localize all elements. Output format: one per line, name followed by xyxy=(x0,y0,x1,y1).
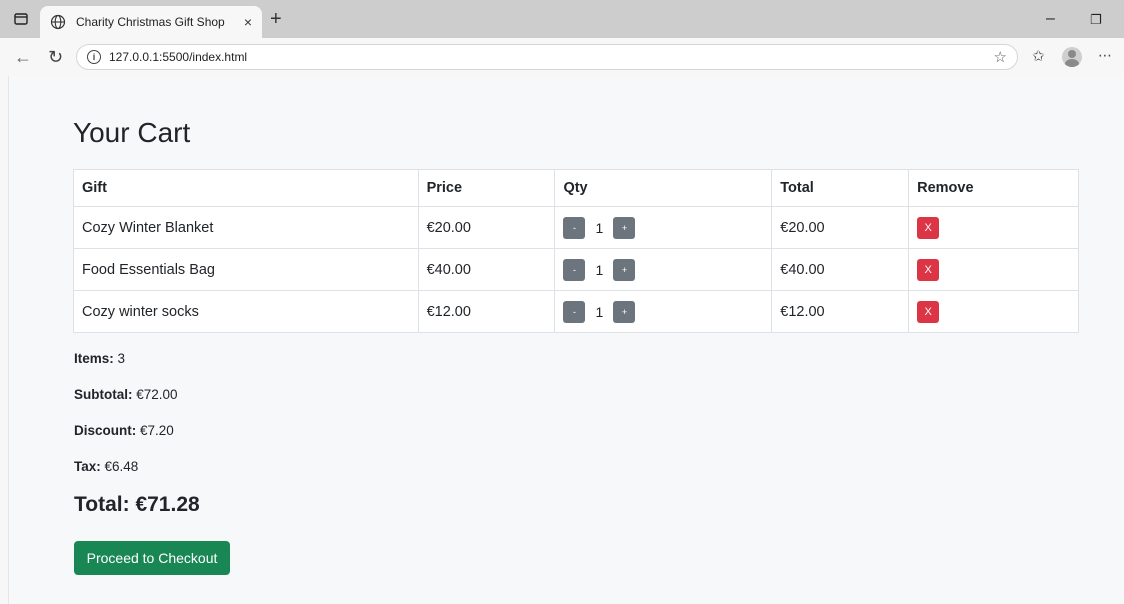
gift-name: Cozy Winter Blanket xyxy=(73,206,419,249)
tab-strip: Charity Christmas Gift Shop × + – ❐ xyxy=(0,0,1124,38)
browser-tab[interactable]: Charity Christmas Gift Shop × xyxy=(40,6,262,38)
subtotal-value: €72.00 xyxy=(136,387,178,402)
items-count: Items: 3 xyxy=(74,351,125,366)
qty-value: 1 xyxy=(595,261,604,278)
discount: Discount: €7.20 xyxy=(74,423,174,438)
increase-qty-button[interactable]: + xyxy=(613,216,636,239)
discount-value: €7.20 xyxy=(140,423,174,438)
gift-name: Food Essentials Bag xyxy=(73,248,419,291)
new-tab-button[interactable]: + xyxy=(270,8,282,31)
url-text[interactable]: 127.0.0.1:5500/index.html xyxy=(109,50,994,64)
remove-button[interactable]: X xyxy=(917,216,940,239)
tab-title: Charity Christmas Gift Shop xyxy=(76,15,225,29)
qty-value: 1 xyxy=(595,219,604,236)
gift-name: Cozy winter socks xyxy=(73,290,419,333)
decrease-qty-button[interactable]: - xyxy=(563,216,586,239)
restore-button[interactable]: ❐ xyxy=(1090,12,1102,28)
gift-price: €12.00 xyxy=(417,290,556,333)
table-row: Cozy winter socks €12.00 - 1 + €12.00 X xyxy=(73,290,1079,333)
line-total: €12.00 xyxy=(771,290,910,333)
sidebar-toggle-icon[interactable] xyxy=(12,10,30,28)
tax-value: €6.48 xyxy=(104,459,139,474)
increase-qty-button[interactable]: + xyxy=(613,258,636,281)
browser-toolbar: ← ↻ i 127.0.0.1:5500/index.html ☆ ✩ ⋯ xyxy=(0,38,1124,76)
more-icon[interactable]: ⋯ xyxy=(1098,47,1112,64)
refresh-icon[interactable]: ↻ xyxy=(48,47,63,68)
grand-total: Total: €71.28 xyxy=(74,493,200,517)
header-gift: Gift xyxy=(73,169,419,207)
decrease-qty-button[interactable]: - xyxy=(563,258,586,281)
favorites-icon[interactable]: ✩ xyxy=(1032,47,1045,65)
increase-qty-button[interactable]: + xyxy=(613,300,636,323)
address-bar[interactable]: i 127.0.0.1:5500/index.html ☆ xyxy=(76,44,1018,70)
header-qty: Qty xyxy=(554,169,773,207)
tax: Tax: €6.48 xyxy=(74,459,138,474)
discount-label: Discount: xyxy=(74,423,137,438)
total-label: Total: xyxy=(74,493,130,516)
line-total: €20.00 xyxy=(771,206,910,249)
header-price: Price xyxy=(417,169,556,207)
remove-button[interactable]: X xyxy=(917,300,940,323)
star-icon[interactable]: ☆ xyxy=(994,48,1007,66)
globe-icon xyxy=(50,14,66,30)
remove-button[interactable]: X xyxy=(917,258,940,281)
line-total: €40.00 xyxy=(771,248,910,291)
subtotal-label: Subtotal: xyxy=(74,387,133,402)
qty-value: 1 xyxy=(595,303,604,320)
table-header-row: Gift Price Qty Total Remove xyxy=(73,169,1079,207)
close-icon[interactable]: × xyxy=(244,14,252,30)
total-value: €71.28 xyxy=(135,493,200,516)
cart-table: Gift Price Qty Total Remove Cozy Winter … xyxy=(73,169,1079,333)
page-title: Your Cart xyxy=(73,117,191,148)
info-icon[interactable]: i xyxy=(87,50,101,64)
gift-price: €20.00 xyxy=(417,206,556,249)
page-content: Your Cart Gift Price Qty Total Remove Co… xyxy=(8,76,1124,604)
header-total: Total xyxy=(771,169,910,207)
table-row: Cozy Winter Blanket €20.00 - 1 + €20.00 … xyxy=(73,206,1079,249)
items-value: 3 xyxy=(117,351,126,366)
minimize-button[interactable]: – xyxy=(1046,10,1055,28)
subtotal: Subtotal: €72.00 xyxy=(74,387,178,402)
checkout-button[interactable]: Proceed to Checkout xyxy=(74,541,230,575)
profile-icon[interactable] xyxy=(1062,47,1082,67)
header-remove: Remove xyxy=(908,169,1079,207)
tax-label: Tax: xyxy=(74,459,101,474)
quantity-stepper: - 1 + xyxy=(563,300,763,323)
items-label: Items: xyxy=(74,351,114,366)
quantity-stepper: - 1 + xyxy=(563,216,763,239)
quantity-stepper: - 1 + xyxy=(563,258,763,281)
table-row: Food Essentials Bag €40.00 - 1 + €40.00 … xyxy=(73,248,1079,291)
decrease-qty-button[interactable]: - xyxy=(563,300,586,323)
back-arrow-icon[interactable]: ← xyxy=(14,47,32,68)
gift-price: €40.00 xyxy=(417,248,556,291)
